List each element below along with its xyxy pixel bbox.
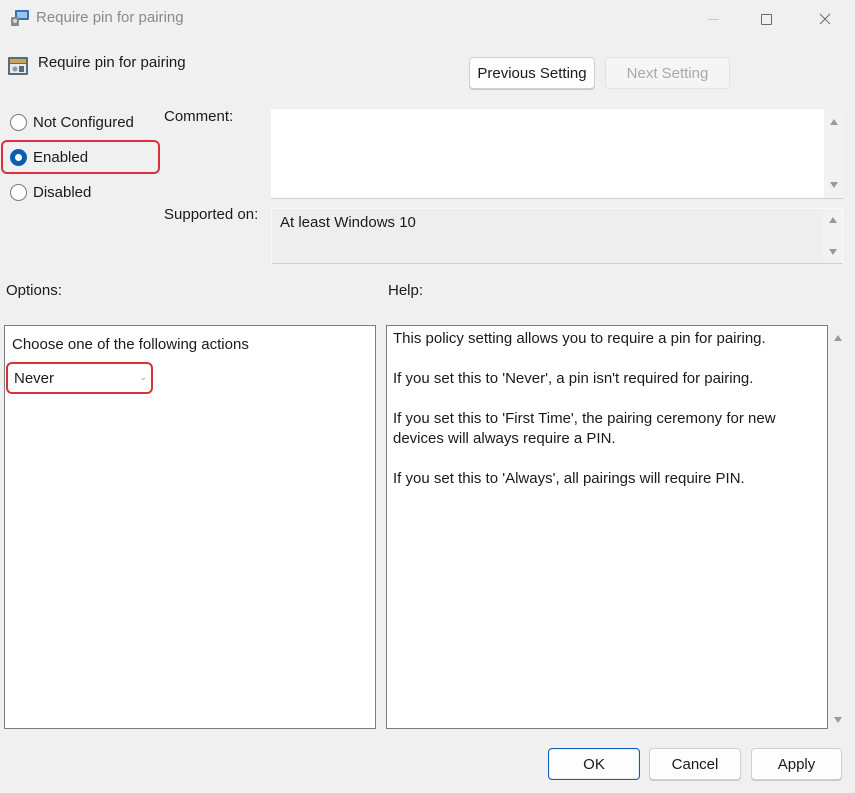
radio-label: Disabled — [33, 184, 92, 201]
cancel-button[interactable]: Cancel — [649, 748, 741, 780]
close-icon — [819, 13, 831, 25]
help-label: Help: — [388, 282, 424, 299]
comment-scrollbar[interactable] — [824, 109, 843, 198]
dropdown-highlight-box — [6, 362, 153, 394]
options-caption: Choose one of the following actions — [12, 336, 249, 353]
help-scrollbar[interactable] — [829, 325, 847, 729]
radio-not-configured[interactable]: Not Configured — [10, 114, 134, 131]
scroll-down-icon[interactable] — [829, 249, 837, 255]
scroll-down-icon[interactable] — [834, 717, 842, 723]
window-title: Require pin for pairing — [36, 9, 184, 26]
close-button[interactable] — [802, 0, 848, 38]
radio-enabled[interactable]: Enabled — [10, 149, 88, 166]
help-paragraph: If you set this to 'Never', a pin isn't … — [393, 370, 754, 387]
comment-input[interactable] — [271, 109, 843, 199]
radio-button[interactable] — [10, 114, 27, 131]
title-bar: Require pin for pairing — [0, 0, 855, 38]
supported-on-label: Supported on: — [164, 206, 259, 223]
scroll-up-icon[interactable] — [829, 217, 837, 223]
radio-button-checked[interactable] — [10, 149, 27, 166]
apply-button[interactable]: Apply — [751, 748, 842, 780]
radio-disabled[interactable]: Disabled — [10, 184, 91, 201]
next-setting-button[interactable]: Next Setting — [605, 57, 730, 89]
radio-button[interactable] — [10, 184, 27, 201]
help-text: This policy setting allows you to requir… — [393, 329, 825, 509]
ok-button[interactable]: OK — [548, 748, 640, 780]
radio-label: Enabled — [33, 149, 89, 166]
previous-setting-button[interactable]: Previous Setting — [469, 57, 595, 89]
comment-label: Comment: — [164, 108, 234, 125]
minimize-button[interactable] — [690, 0, 736, 38]
policy-title: Require pin for pairing — [38, 54, 186, 71]
supported-scrollbar[interactable] — [823, 209, 842, 263]
help-paragraph: This policy setting allows you to requir… — [393, 330, 766, 347]
maximize-button[interactable] — [743, 0, 789, 38]
supported-on-value: At least Windows 10 — [280, 214, 416, 231]
radio-label: Not Configured — [33, 114, 134, 131]
help-panel: This policy setting allows you to requir… — [386, 325, 828, 729]
supported-on-field: At least Windows 10 — [271, 208, 843, 264]
scroll-up-icon[interactable] — [830, 119, 838, 125]
scroll-down-icon[interactable] — [830, 182, 838, 188]
help-paragraph: If you set this to 'First Time', the pai… — [393, 410, 776, 447]
policy-setting-icon — [7, 55, 29, 77]
scroll-up-icon[interactable] — [834, 335, 842, 341]
options-label: Options: — [6, 282, 62, 299]
help-paragraph: If you set this to 'Always', all pairing… — [393, 470, 745, 487]
options-panel: Choose one of the following actions Neve… — [4, 325, 376, 729]
minimize-icon — [707, 18, 719, 20]
group-policy-app-icon — [10, 9, 30, 27]
maximize-icon — [760, 13, 772, 25]
